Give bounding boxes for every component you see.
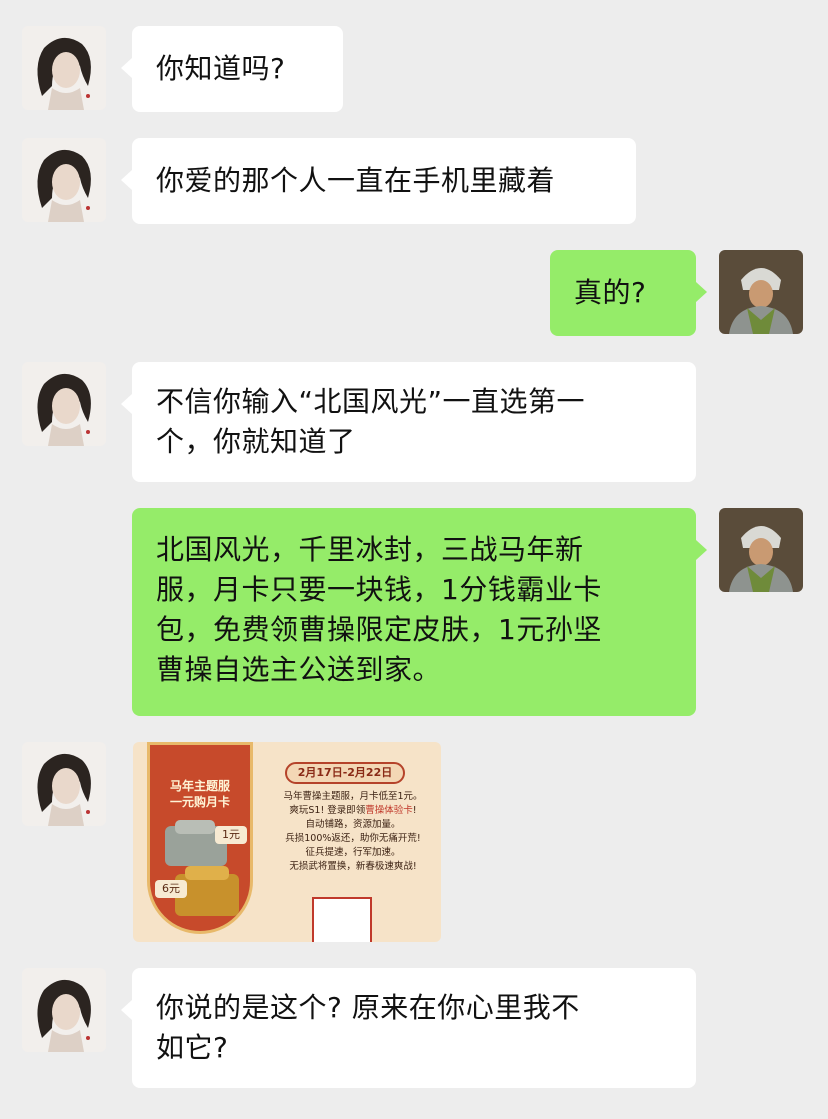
promo-card-frame <box>312 897 372 942</box>
price-tag-large: 6元 <box>155 880 187 898</box>
message-text: 你说的是这个? 原来在你心里我不 <box>156 991 580 1024</box>
promo-line: 无损武将置换，新春极速爽战! <box>289 861 417 872</box>
message-bubble[interactable]: 你爱的那个人一直在手机里藏着 <box>132 138 636 224</box>
message-bubble[interactable]: 你说的是这个? 原来在你心里我不 如它? <box>132 968 696 1088</box>
message-text: 你知道吗? <box>156 52 286 85</box>
message-bubble[interactable]: 不信你输入“北国风光”一直选第一 个，你就知道了 <box>132 362 696 482</box>
message-bubble[interactable]: 真的? <box>550 250 696 336</box>
message-text: 个，你就知道了 <box>156 425 356 458</box>
contact-avatar[interactable] <box>22 742 106 826</box>
promo-badge-line: 马年主题服 <box>169 779 230 793</box>
contact-avatar[interactable] <box>22 968 106 1052</box>
bubble-tail <box>121 170 132 190</box>
my-avatar[interactable] <box>719 250 803 334</box>
promo-line-part: 爽玩S1! 登录即领 <box>289 805 366 816</box>
contact-avatar[interactable] <box>22 138 106 222</box>
bubble-tail <box>121 58 132 78</box>
message-text: 你爱的那个人一直在手机里藏着 <box>156 164 556 197</box>
promo-image-message[interactable]: 马年主题服 一元购月卡 1元 6元 2月17日-2月22日 马年曹操主题服，月卡… <box>133 742 441 942</box>
message-bubble[interactable]: 你知道吗? <box>132 26 343 112</box>
promo-line: 征兵提速，行军加速。 <box>305 847 401 858</box>
promo-line: 马年曹操主题服，月卡低至1元。 <box>283 791 423 802</box>
promo-badge-title: 马年主题服 一元购月卡 <box>141 778 259 810</box>
promo-line: 自动铺路，资源加量。 <box>305 819 401 830</box>
message-text: 包，免费领曹操限定皮肤，1元孙坚 <box>156 613 602 646</box>
promo-badge: 马年主题服 一元购月卡 1元 6元 <box>141 742 259 942</box>
message-bubble[interactable]: 北国风光，千里冰封，三战马年新 服，月卡只要一块钱，1分钱霸业卡 包，免费领曹操… <box>132 508 696 716</box>
contact-avatar[interactable] <box>22 362 106 446</box>
promo-badge-line: 一元购月卡 <box>169 795 230 809</box>
bubble-tail <box>696 282 707 302</box>
message-text: 曹操自选主公送到家。 <box>156 653 442 686</box>
message-text: 真的? <box>574 276 647 309</box>
promo-line-part: ! <box>412 805 417 816</box>
bubble-tail <box>121 394 132 414</box>
bubble-tail <box>696 540 707 560</box>
message-text: 北国风光，千里冰封，三战马年新 <box>156 533 584 566</box>
promo-line: 兵损100%返还，助你无痛开荒! <box>285 833 421 844</box>
promo-line: 爽玩S1! 登录即领曹操体验卡! <box>267 804 439 818</box>
contact-avatar[interactable] <box>22 26 106 110</box>
message-text: 不信你输入“北国风光”一直选第一 <box>156 385 586 418</box>
my-avatar[interactable] <box>719 508 803 592</box>
bubble-tail <box>121 1000 132 1020</box>
price-tag-small: 1元 <box>215 826 247 844</box>
message-text: 服，月卡只要一块钱，1分钱霸业卡 <box>156 573 602 606</box>
promo-highlight: 曹操体验卡 <box>365 805 413 816</box>
message-text: 如它? <box>156 1031 229 1064</box>
promo-date: 2月17日-2月22日 <box>285 762 405 784</box>
promo-description: 马年曹操主题服，月卡低至1元。 爽玩S1! 登录即领曹操体验卡! 自动铺路，资源… <box>267 790 439 874</box>
